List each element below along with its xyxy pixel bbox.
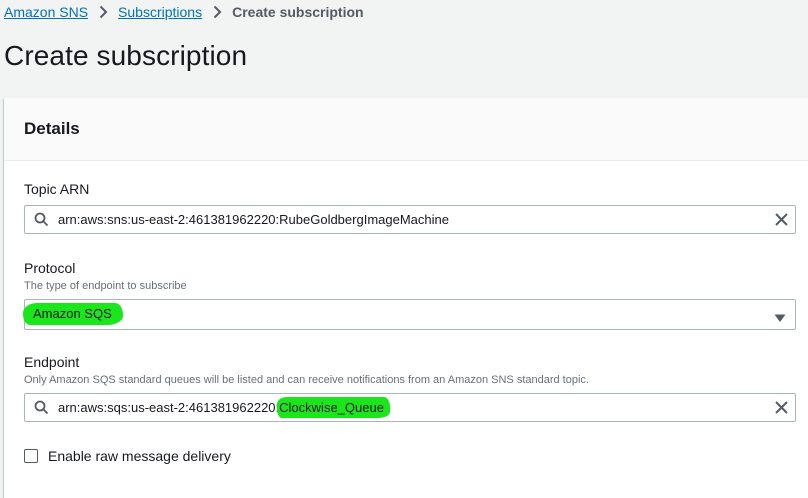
- endpoint-label: Endpoint: [24, 354, 80, 370]
- breadcrumb-current: Create subscription: [232, 4, 364, 20]
- raw-delivery-checkbox[interactable]: [24, 449, 38, 463]
- topic-arn-field[interactable]: arn:aws:sns:us-east-2:461381962220:RubeG…: [24, 205, 796, 234]
- caret-down-icon[interactable]: [774, 310, 786, 328]
- close-icon[interactable]: [775, 401, 788, 419]
- close-icon[interactable]: [775, 213, 788, 231]
- topic-arn-label: Topic ARN: [24, 181, 90, 197]
- details-title: Details: [24, 119, 80, 138]
- chevron-right-icon: [99, 5, 108, 19]
- endpoint-value-prefix: arn:aws:sqs:us-east-2:461381962220:: [58, 400, 280, 415]
- protocol-description: The type of endpoint to subscribe: [24, 280, 187, 292]
- details-header: Details: [4, 98, 808, 161]
- chevron-right-icon: [213, 5, 222, 19]
- breadcrumb: Amazon SNS Subscriptions Create subscrip…: [4, 3, 364, 21]
- protocol-select[interactable]: Amazon SQS: [23, 299, 796, 330]
- details-panel: Details Topic ARN arn:aws:sns:us-east-2:…: [4, 98, 808, 498]
- protocol-selected-value[interactable]: Amazon SQS: [23, 303, 123, 325]
- page-title: Create subscription: [4, 40, 248, 71]
- endpoint-description: Only Amazon SQS standard queues will be …: [24, 374, 589, 386]
- topic-arn-value[interactable]: arn:aws:sns:us-east-2:461381962220:RubeG…: [58, 212, 449, 227]
- endpoint-value[interactable]: arn:aws:sqs:us-east-2:461381962220:Clock…: [58, 397, 390, 418]
- breadcrumb-amazon-sns[interactable]: Amazon SNS: [4, 4, 88, 20]
- endpoint-value-highlight: Clockwise_Queue: [277, 397, 390, 418]
- search-icon: [34, 400, 49, 420]
- raw-delivery-option[interactable]: Enable raw message delivery: [24, 448, 231, 464]
- raw-delivery-label: Enable raw message delivery: [48, 448, 231, 464]
- search-icon: [34, 212, 49, 232]
- endpoint-field[interactable]: arn:aws:sqs:us-east-2:461381962220:Clock…: [24, 393, 796, 422]
- protocol-label: Protocol: [24, 260, 76, 276]
- breadcrumb-subscriptions[interactable]: Subscriptions: [118, 4, 202, 20]
